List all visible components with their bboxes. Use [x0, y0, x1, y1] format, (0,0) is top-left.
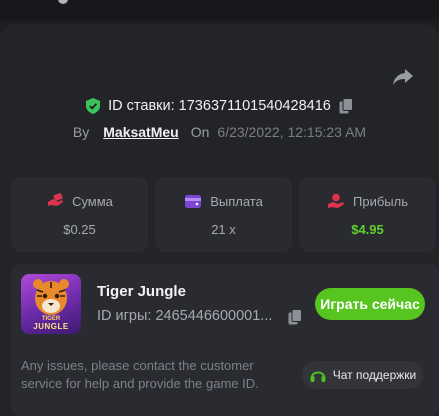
- verified-shield-icon: [86, 98, 101, 114]
- stat-head: Выплата: [155, 192, 292, 210]
- copy-bet-id-icon[interactable]: [339, 98, 353, 114]
- stat-value: $4.95: [351, 222, 384, 237]
- support-note: Any issues, please contact the customer …: [21, 358, 259, 391]
- stat-card-payout: Выплата 21 x: [155, 177, 292, 252]
- game-card: TIGER JUNGLE Tiger Jungle ID игры: 24654…: [11, 264, 439, 416]
- on-label: On: [190, 124, 210, 140]
- stat-value: 21 x: [211, 222, 236, 237]
- game-title: Tiger Jungle: [97, 283, 186, 300]
- headset-icon: [310, 371, 326, 382]
- stat-card-profit: Прибыль $4.95: [299, 177, 436, 252]
- profit-hand-icon: [328, 193, 344, 208]
- share-icon[interactable]: [391, 64, 415, 88]
- copy-game-id-icon[interactable]: [288, 309, 302, 325]
- game-thumbnail[interactable]: TIGER JUNGLE: [21, 274, 81, 334]
- bet-date: 6/23/2022, 12:15:23 AM: [217, 124, 367, 140]
- username-link[interactable]: MaksatMeu: [103, 123, 178, 142]
- top-bar-fragment: [58, 0, 68, 4]
- top-bar: [0, 0, 439, 20]
- stat-head: Прибыль: [299, 192, 436, 210]
- support-chat-button[interactable]: Чат поддержки: [302, 361, 423, 389]
- stat-label: Прибыль: [353, 193, 408, 209]
- stat-label: Сумма: [72, 193, 113, 209]
- stat-head: Сумма: [11, 192, 148, 210]
- stat-card-amount: Сумма $0.25: [11, 177, 148, 252]
- tiger-face-icon: [33, 279, 69, 315]
- by-label: By: [72, 124, 90, 140]
- thumb-title-bottom: JUNGLE: [33, 322, 69, 331]
- bet-id-row: ID ставки: 1736371101540428416: [0, 96, 439, 116]
- money-hand-icon: [48, 193, 64, 206]
- game-id: ID игры: 2465446600001...: [97, 308, 273, 324]
- stat-value: $0.25: [63, 222, 96, 237]
- play-now-button[interactable]: Играть сейчас: [315, 288, 425, 320]
- wallet-icon: [185, 195, 202, 208]
- stat-label: Выплата: [210, 193, 263, 209]
- bet-byline: By MaksatMeu On 6/23/2022, 12:15:23 AM: [0, 122, 439, 142]
- support-chat-label: Чат поддержки: [332, 368, 417, 382]
- bet-id-text: ID ставки: 1736371101540428416: [108, 98, 331, 114]
